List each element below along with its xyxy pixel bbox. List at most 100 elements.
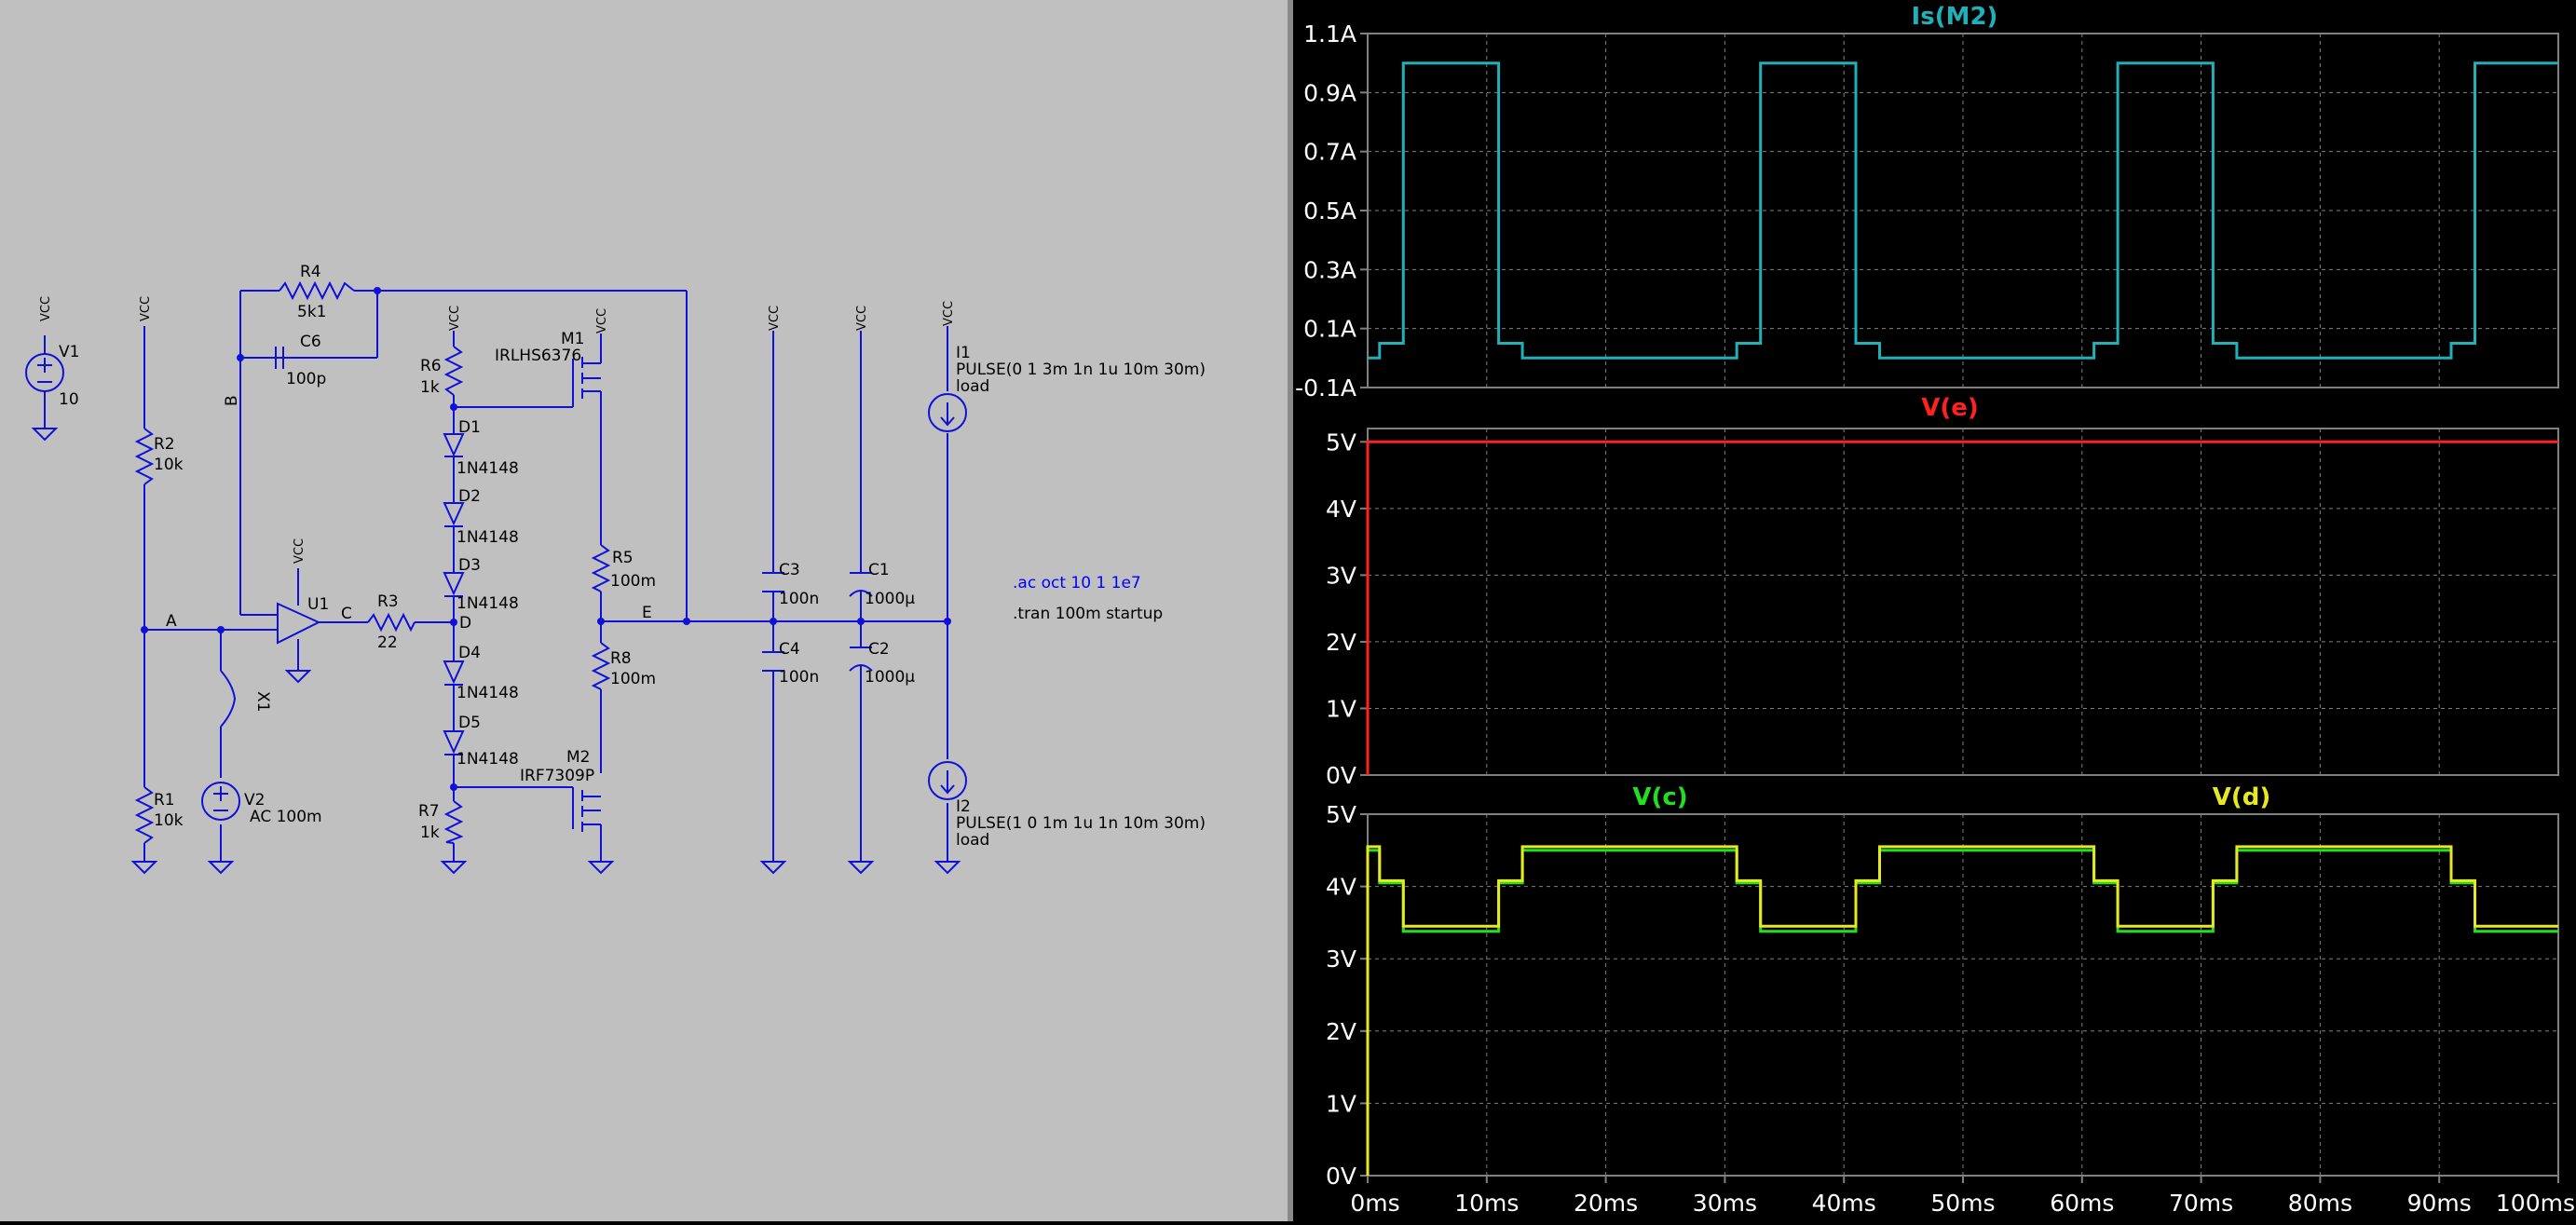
c4-ref: C4 bbox=[779, 640, 800, 659]
y-tick-label: 5V bbox=[1326, 801, 1356, 828]
y-tick-label: 0.1A bbox=[1303, 316, 1356, 343]
y-tick-label: 2V bbox=[1326, 629, 1356, 656]
c6-ref: C6 bbox=[300, 333, 321, 351]
directive-tran[interactable]: .tran 100m startup bbox=[1013, 605, 1163, 623]
svg-text:VCC: VCC bbox=[942, 301, 956, 326]
i1-ref: I1 bbox=[956, 344, 971, 362]
y-tick-label: 1V bbox=[1326, 1090, 1356, 1117]
y-tick-label: 3V bbox=[1326, 946, 1356, 973]
d2-ref: D2 bbox=[458, 487, 481, 506]
d5-value: 1N4148 bbox=[457, 750, 519, 769]
x-tick-label: 10ms bbox=[1454, 1190, 1519, 1217]
net-label-c: C bbox=[341, 605, 352, 623]
net-label-a: A bbox=[166, 612, 177, 631]
y-tick-label: 4V bbox=[1326, 874, 1356, 901]
c3-value: 100n bbox=[779, 590, 819, 608]
r8-ref: R8 bbox=[610, 649, 632, 668]
d3-value: 1N4148 bbox=[457, 594, 519, 613]
v1-value: 10 bbox=[59, 390, 79, 409]
r3-ref: R3 bbox=[377, 592, 399, 611]
c1-value: 1000µ bbox=[865, 590, 915, 608]
schematic-pane[interactable]: VCC VCC VCC VCC VCC VCC VCC VCC V1 10 V2… bbox=[0, 0, 1288, 1221]
r7-value: 1k bbox=[420, 823, 440, 842]
svg-text:VCC: VCC bbox=[855, 306, 869, 331]
m1-value: IRLHS6376 bbox=[495, 347, 581, 365]
y-tick-label: 0.5A bbox=[1303, 197, 1356, 225]
svg-text:VCC: VCC bbox=[448, 306, 462, 331]
plot-pane-vc-vd[interactable]: V(c) V(d) 5V 4V 3V 2V 1V 0V 0ms 10ms 20ms 30ms 40… bbox=[1326, 783, 2575, 1217]
switch-x1[interactable] bbox=[220, 670, 237, 728]
r5-ref: R5 bbox=[612, 549, 634, 567]
x-tick-label: 0ms bbox=[1350, 1190, 1399, 1217]
net-label-d: D bbox=[459, 614, 471, 633]
c3-ref: C3 bbox=[779, 561, 800, 579]
y-tick-label: 5V bbox=[1326, 429, 1356, 456]
schematic-canvas[interactable]: VCC VCC VCC VCC VCC VCC VCC VCC V1 10 V2… bbox=[0, 0, 1288, 1221]
svg-text:VCC: VCC bbox=[139, 296, 153, 321]
trace-is-m2[interactable] bbox=[1368, 61, 2558, 360]
y-tick-label: 0V bbox=[1326, 762, 1356, 789]
y-tick-label: 0.7A bbox=[1303, 139, 1356, 166]
y-tick-label: 0.9A bbox=[1303, 79, 1356, 106]
i2-extra: load bbox=[956, 831, 989, 850]
x-tick-label: 80ms bbox=[2288, 1190, 2352, 1217]
r6-ref: R6 bbox=[420, 357, 442, 375]
c2-value: 1000µ bbox=[865, 668, 915, 687]
trace-title-vd[interactable]: V(d) bbox=[2213, 783, 2271, 811]
plot-pane-is-m2[interactable]: Is(M2) 1.1A 0.9A 0.7A 0.5A 0.3A 0.1A -0.1A bbox=[1295, 3, 2559, 402]
u1-ref: U1 bbox=[307, 595, 329, 614]
v2-ref: V2 bbox=[244, 791, 265, 810]
resistor-symbols bbox=[134, 280, 611, 844]
r2-ref: R2 bbox=[154, 435, 175, 454]
i2-value: PULSE(1 0 1m 1u 1n 10m 30m) bbox=[956, 814, 1206, 833]
x-tick-label: 40ms bbox=[1812, 1190, 1876, 1217]
directive-ac[interactable]: .ac oct 10 1 1e7 bbox=[1013, 574, 1141, 592]
svg-text:VCC: VCC bbox=[595, 308, 609, 333]
waveform-viewer[interactable]: Is(M2) 1.1A 0.9A 0.7A 0.5A 0.3A 0.1A -0.1A V(e… bbox=[1293, 0, 2576, 1221]
plot-pane-ve[interactable]: V(e) 5V 4V 3V 2V 1V 0V bbox=[1326, 394, 2559, 789]
component-labels: V1 10 V2 AC 100m R1 10k R2 10k R3 22 R4 … bbox=[59, 263, 1206, 850]
x1-ref: X1 bbox=[253, 691, 272, 712]
v1-ref: V1 bbox=[59, 343, 79, 361]
r1-ref: R1 bbox=[154, 791, 175, 810]
d4-ref: D4 bbox=[458, 644, 481, 662]
y-tick-label: 2V bbox=[1326, 1018, 1356, 1045]
x-tick-label: 100ms bbox=[2496, 1190, 2575, 1217]
r7-ref: R7 bbox=[418, 802, 440, 821]
i1-value: PULSE(0 1 3m 1n 1u 10m 30m) bbox=[956, 361, 1206, 379]
x-tick-label: 20ms bbox=[1574, 1190, 1638, 1217]
d2-value: 1N4148 bbox=[457, 528, 519, 547]
i2-ref: I2 bbox=[956, 797, 971, 816]
y-tick-label: 0.3A bbox=[1303, 256, 1356, 283]
r4-value: 5k1 bbox=[297, 303, 326, 321]
c1-ref: C1 bbox=[868, 561, 890, 579]
x-tick-label: 60ms bbox=[2050, 1190, 2114, 1217]
y-tick-label: 0V bbox=[1326, 1163, 1356, 1190]
trace-title-vc[interactable]: V(c) bbox=[1632, 783, 1687, 811]
waveform-canvas[interactable]: Is(M2) 1.1A 0.9A 0.7A 0.5A 0.3A 0.1A -0.1A V(e… bbox=[1293, 0, 2576, 1221]
d5-ref: D5 bbox=[458, 714, 481, 732]
vcc-labels: VCC VCC VCC VCC VCC VCC VCC VCC bbox=[39, 296, 956, 564]
y-tick-label: 1V bbox=[1326, 695, 1356, 722]
i1-extra: load bbox=[956, 377, 989, 396]
d1-ref: D1 bbox=[458, 418, 481, 437]
c4-value: 100n bbox=[779, 668, 819, 687]
m1-ref: M1 bbox=[561, 330, 584, 348]
x-tick-label: 50ms bbox=[1930, 1190, 1995, 1217]
svg-text:VCC: VCC bbox=[39, 296, 53, 321]
r6-value: 1k bbox=[420, 378, 440, 397]
c2-ref: C2 bbox=[868, 640, 890, 659]
net-label-e: E bbox=[642, 604, 652, 622]
d3-ref: D3 bbox=[458, 556, 481, 575]
x-tick-label: 90ms bbox=[2407, 1190, 2472, 1217]
r5-value: 100m bbox=[610, 572, 656, 591]
schematic-wires bbox=[44, 290, 948, 862]
svg-text:VCC: VCC bbox=[293, 538, 307, 564]
r4-ref: R4 bbox=[300, 263, 321, 281]
x-tick-label: 70ms bbox=[2169, 1190, 2233, 1217]
y-tick-label: -0.1A bbox=[1295, 374, 1356, 402]
trace-title-is-m2[interactable]: Is(M2) bbox=[1912, 3, 1998, 31]
svg-text:VCC: VCC bbox=[768, 306, 782, 331]
voltage-source-symbols bbox=[25, 353, 240, 821]
trace-title-ve[interactable]: V(e) bbox=[1921, 394, 1979, 422]
